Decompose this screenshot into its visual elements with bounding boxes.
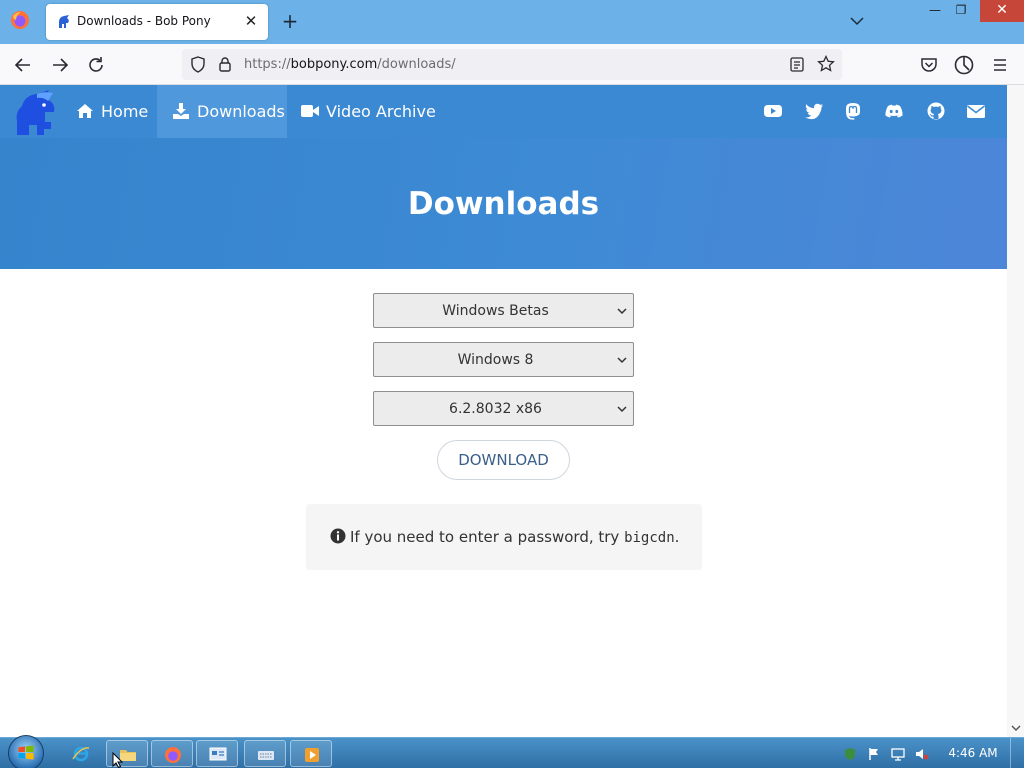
mouse-cursor-icon bbox=[112, 752, 124, 768]
bobpony-logo-icon[interactable] bbox=[11, 88, 61, 138]
site-navbar: Home Downloads Video Archive bbox=[0, 85, 1007, 138]
discord-icon[interactable] bbox=[884, 102, 904, 120]
scroll-down-arrow-icon[interactable] bbox=[1011, 723, 1021, 733]
nav-downloads-link[interactable]: Downloads bbox=[157, 85, 287, 138]
url-host: bobpony.com bbox=[290, 57, 378, 72]
pocket-icon[interactable] bbox=[918, 54, 940, 76]
firefox-logo-icon[interactable] bbox=[10, 10, 30, 30]
chevron-down-icon bbox=[617, 308, 627, 315]
bookmark-star-icon[interactable] bbox=[817, 55, 835, 73]
show-desktop-button[interactable] bbox=[1010, 738, 1024, 768]
control-panel-icon bbox=[209, 747, 227, 761]
taskbar-firefox[interactable] bbox=[151, 740, 193, 767]
password-hint-end: . bbox=[674, 528, 680, 546]
category-select[interactable]: Windows Betas bbox=[373, 293, 634, 328]
download-button[interactable]: DOWNLOAD bbox=[437, 440, 570, 480]
taskbar-control-panel[interactable] bbox=[196, 740, 238, 767]
info-circle-icon bbox=[330, 528, 346, 544]
password-hint-lead: If you need to enter a password, try bbox=[350, 528, 625, 546]
back-arrow-icon[interactable] bbox=[12, 54, 34, 76]
firefox-icon bbox=[165, 747, 181, 763]
media-player-icon bbox=[305, 748, 319, 762]
tracking-protection-shield-icon[interactable] bbox=[190, 56, 206, 73]
page-title: Downloads bbox=[407, 186, 600, 222]
password-hint-box: If you need to enter a password, try big… bbox=[306, 504, 702, 570]
chevron-down-icon[interactable] bbox=[848, 12, 866, 30]
window-restore-button[interactable]: ❐ bbox=[946, 0, 976, 22]
youtube-icon[interactable] bbox=[763, 102, 783, 120]
new-tab-button[interactable]: + bbox=[280, 11, 300, 31]
web-page: Home Downloads Video Archive Downloads W… bbox=[0, 85, 1007, 737]
url-scheme: https:// bbox=[244, 57, 291, 72]
browser-tab[interactable]: Downloads - Bob Pony ✕ bbox=[46, 4, 268, 40]
lock-icon[interactable] bbox=[218, 56, 232, 73]
os-select-value: Windows 8 bbox=[457, 352, 534, 368]
start-button[interactable] bbox=[8, 735, 44, 768]
url-text[interactable]: https://bobpony.com/downloads/ bbox=[244, 57, 456, 72]
page-header-banner: Downloads bbox=[0, 138, 1007, 269]
reader-view-icon[interactable] bbox=[790, 57, 804, 72]
keyboard-icon bbox=[258, 751, 274, 760]
chevron-down-icon bbox=[617, 357, 627, 364]
window-close-button[interactable]: ✕ bbox=[980, 0, 1024, 22]
twitter-icon[interactable] bbox=[804, 102, 824, 120]
vertical-scrollbar[interactable] bbox=[1007, 85, 1024, 737]
nav-video-archive-label: Video Archive bbox=[326, 102, 436, 121]
reload-icon[interactable] bbox=[85, 54, 107, 76]
account-icon[interactable] bbox=[953, 54, 975, 76]
category-select-value: Windows Betas bbox=[442, 303, 549, 319]
windows-logo-icon bbox=[18, 745, 34, 760]
github-icon[interactable] bbox=[926, 102, 946, 120]
browser-tab-strip: Downloads - Bob Pony ✕ + — ❐ ✕ bbox=[0, 0, 1024, 44]
security-shield-tray-icon[interactable] bbox=[843, 747, 857, 761]
taskbar-clock[interactable]: 4:46 AM bbox=[944, 746, 1002, 760]
volume-muted-icon[interactable] bbox=[915, 747, 929, 761]
nav-home-label: Home bbox=[101, 102, 149, 121]
url-path: /downloads/ bbox=[377, 57, 456, 72]
os-select[interactable]: Windows 8 bbox=[373, 342, 634, 377]
taskbar-internet-explorer[interactable] bbox=[60, 740, 102, 767]
windows-taskbar: 4:46 AM bbox=[0, 735, 1024, 768]
action-center-flag-icon[interactable] bbox=[867, 747, 881, 761]
password-hint-text: If you need to enter a password, try big… bbox=[350, 528, 679, 546]
build-select[interactable]: 6.2.8032 x86 bbox=[373, 391, 634, 426]
nav-home-link[interactable]: Home bbox=[66, 85, 156, 138]
network-icon[interactable] bbox=[891, 747, 905, 761]
mail-icon[interactable] bbox=[966, 102, 986, 120]
address-bar[interactable]: https://bobpony.com/downloads/ bbox=[182, 49, 842, 80]
password-value: bigcdn bbox=[624, 530, 675, 546]
browser-navigation-bar: https://bobpony.com/downloads/ bbox=[0, 44, 1024, 85]
hamburger-menu-icon[interactable] bbox=[989, 54, 1011, 76]
tab-title: Downloads - Bob Pony bbox=[77, 14, 211, 28]
nav-downloads-label: Downloads bbox=[197, 102, 285, 121]
video-camera-icon bbox=[301, 105, 319, 117]
download-icon bbox=[173, 103, 189, 119]
mastodon-icon[interactable] bbox=[843, 102, 863, 120]
taskbar-on-screen-keyboard[interactable] bbox=[244, 740, 286, 767]
close-tab-icon[interactable]: ✕ bbox=[242, 12, 260, 30]
build-select-value: 6.2.8032 x86 bbox=[449, 401, 542, 417]
chevron-down-icon bbox=[617, 406, 627, 413]
nav-video-archive-link[interactable]: Video Archive bbox=[291, 85, 441, 138]
taskbar-media-player[interactable] bbox=[290, 740, 332, 767]
bobpony-favicon-icon bbox=[59, 15, 69, 28]
internet-explorer-icon bbox=[72, 746, 90, 762]
forward-arrow-icon[interactable] bbox=[49, 54, 71, 76]
home-icon bbox=[77, 104, 93, 118]
